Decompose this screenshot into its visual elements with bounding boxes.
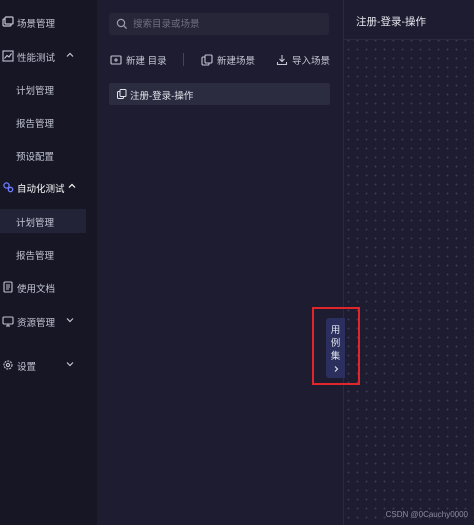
tree-item-scene[interactable]: 注册-登录-操作 — [109, 83, 330, 105]
sidebar-item-automation[interactable]: 自动化测试 — [0, 174, 97, 200]
sidebar: 场景管理 性能测试 计划管理 报告管理 预设配置 自动化测试 计划管理 报告管理 — [0, 0, 97, 525]
case-set-tab[interactable]: 用例集 — [326, 318, 345, 378]
sidebar-item-label: 场景管理 — [17, 19, 56, 30]
download-icon — [276, 54, 288, 66]
canvas-title: 注册-登录-操作 — [356, 16, 426, 28]
sidebar-subitem-perf-preset[interactable]: 预设配置 — [0, 143, 86, 167]
new-scene-button[interactable]: 新建场景 — [201, 52, 255, 68]
sidebar-item-docs[interactable]: 使用文档 — [0, 274, 97, 300]
search-box[interactable] — [109, 13, 329, 35]
chevron-down-icon[interactable] — [64, 358, 76, 370]
chevron-down-icon[interactable] — [64, 314, 76, 326]
highlight-box: 用例集 — [312, 307, 360, 385]
sidebar-item-performance[interactable]: 性能测试 — [0, 43, 97, 69]
sidebar-subitem-perf-plan[interactable]: 计划管理 — [0, 77, 86, 101]
scene-icon — [2, 16, 14, 28]
sidebar-subitem-label: 计划管理 — [16, 218, 55, 229]
canvas-header: 注册-登录-操作 — [344, 0, 474, 40]
new-directory-label: 新建 目录 — [126, 56, 167, 67]
search-input[interactable] — [133, 16, 323, 32]
copy-icon — [117, 89, 127, 99]
search-icon — [116, 18, 128, 30]
import-scene-button[interactable]: 导入场景 — [276, 52, 330, 68]
new-scene-label: 新建场景 — [217, 56, 256, 67]
new-folder-icon — [110, 54, 122, 66]
sidebar-item-label: 使用文档 — [17, 284, 56, 295]
chevron-right-icon — [332, 365, 340, 373]
sidebar-subitem-auto-report[interactable]: 报告管理 — [0, 242, 86, 266]
new-directory-button[interactable]: 新建 目录 — [110, 52, 167, 68]
import-scene-label: 导入场景 — [292, 56, 331, 67]
sidebar-subitem-auto-plan[interactable]: 计划管理 — [0, 209, 86, 233]
sidebar-item-label: 资源管理 — [17, 318, 56, 329]
sidebar-item-scene[interactable]: 场景管理 — [0, 9, 97, 35]
sidebar-item-label: 性能测试 — [17, 53, 56, 64]
sidebar-subitem-label: 报告管理 — [16, 119, 55, 130]
toolbar-divider — [183, 53, 184, 66]
chevron-up-icon[interactable] — [66, 180, 78, 192]
scene-tree-panel: 新建 目录 新建场景 导入场景 注册-登录-操作 — [97, 0, 343, 525]
sidebar-item-settings[interactable]: 设置 — [0, 352, 97, 378]
tree-item-label: 注册-登录-操作 — [130, 91, 194, 102]
sidebar-subitem-label: 计划管理 — [16, 86, 55, 97]
automation-icon — [2, 181, 14, 193]
sidebar-item-label: 自动化测试 — [17, 184, 65, 195]
chevron-up-icon[interactable] — [64, 49, 76, 61]
sidebar-subitem-label: 预设配置 — [16, 152, 55, 163]
copy-icon — [201, 54, 213, 66]
gear-icon — [2, 359, 14, 371]
sidebar-subitem-label: 报告管理 — [16, 251, 55, 262]
monitor-icon — [2, 315, 14, 327]
chart-icon — [2, 50, 14, 62]
sidebar-item-label: 设置 — [17, 362, 37, 373]
sidebar-item-resources[interactable]: 资源管理 — [0, 308, 97, 334]
document-icon — [2, 281, 14, 293]
sidebar-subitem-perf-report[interactable]: 报告管理 — [0, 110, 86, 134]
scene-canvas[interactable]: 注册-登录-操作 CSDN @0Cauchy0000 — [343, 0, 474, 525]
watermark-text: CSDN @0Cauchy0000 — [385, 510, 468, 519]
case-set-label: 用例集 — [330, 325, 341, 362]
